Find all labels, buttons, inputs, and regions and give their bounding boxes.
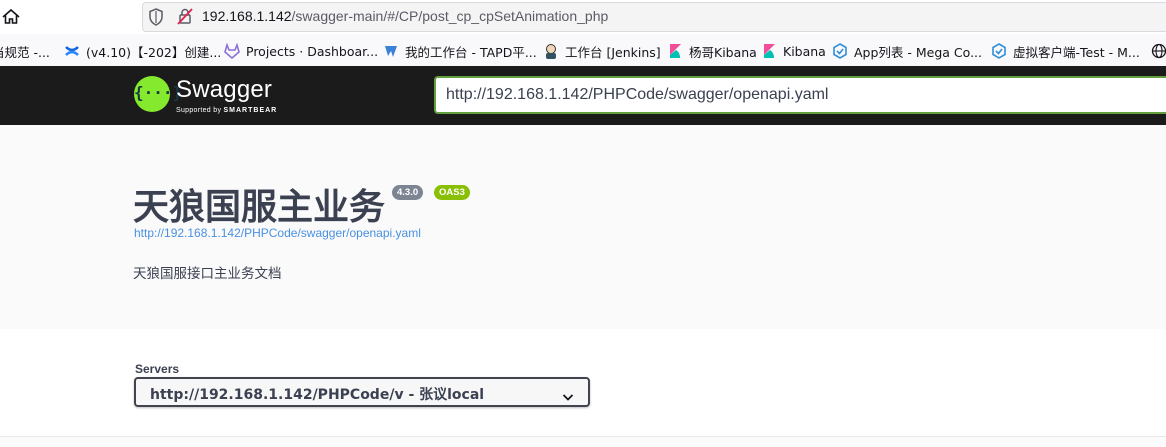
tracking-shield-icon[interactable]: [148, 8, 164, 26]
servers-select[interactable]: http://192.168.1.142/PHPCode/v - 张议local: [134, 377, 590, 407]
api-title: 天狼国服主业务: [133, 187, 386, 228]
bookmark-item[interactable]: (v4.10)【-202】创建...: [64, 42, 221, 60]
bookmark-item[interactable]: 杨哥Kibana: [667, 42, 757, 60]
spec-url-input[interactable]: [434, 76, 1166, 114]
bookmark-item[interactable]: 虚拟客户端-Test - M...: [991, 42, 1140, 60]
home-icon[interactable]: [0, 6, 22, 28]
bookmark-item[interactable]: 工作台 [Jenkins]: [543, 42, 661, 60]
mega-icon: [832, 43, 848, 59]
bookmark-item[interactable]: 当规范 -...: [0, 42, 50, 60]
selected-server: http://192.168.1.142/PHPCode/v - 张议local: [150, 387, 485, 403]
chevron-down-icon: [562, 387, 574, 401]
tapd-icon: [383, 43, 399, 59]
gitlab-icon: [224, 42, 240, 60]
api-description: 天狼国服接口主业务文档: [133, 266, 282, 282]
swagger-topbar: {···} Swagger Supported by SMARTBEAR: [0, 66, 1166, 125]
url-path: /swagger-main/#/CP/post_cp_cpSetAnimatio…: [291, 8, 609, 24]
kibana-icon: [667, 43, 683, 59]
swagger-supported-by: Supported by SMARTBEAR: [176, 107, 278, 114]
swagger-logo-icon[interactable]: {···}: [134, 76, 182, 112]
bookmark-item[interactable]: App列表 - Mega Co...: [832, 42, 982, 60]
mega-icon: [991, 43, 1007, 59]
swagger-brand[interactable]: Swagger: [176, 76, 272, 104]
url-host: 192.168.1.142: [202, 8, 292, 24]
oas-badge: OAS3: [434, 185, 470, 200]
servers-label: Servers: [135, 362, 180, 376]
browser-url-bar: 192.168.1.142/swagger-main/#/CP/post_cp_…: [0, 0, 1166, 34]
bookmarks-bar: 当规范 -... (v4.10)【-202】创建... Projects · D…: [0, 34, 1166, 66]
insecure-connection-icon[interactable]: [176, 7, 194, 25]
version-badge: 4.3.0: [392, 185, 424, 200]
bookmark-item[interactable]: Kibana: [761, 42, 826, 60]
bookmark-item[interactable]: Projects · Dashboar...: [224, 42, 378, 60]
globe-icon: [1151, 43, 1166, 59]
operations-area-top: [0, 437, 1166, 447]
api-info-section: 天狼国服主业务 4.3.0 OAS3 http://192.168.1.142/…: [0, 125, 1166, 329]
confluence-icon: [64, 43, 80, 59]
spec-url-link[interactable]: http://192.168.1.142/PHPCode/swagger/ope…: [134, 226, 421, 240]
bookmark-item[interactable]: [1151, 42, 1166, 60]
kibana-icon: [761, 43, 777, 59]
jenkins-icon: [543, 43, 559, 59]
bookmark-item[interactable]: 我的工作台 - TAPD平...: [383, 42, 537, 60]
url-text[interactable]: 192.168.1.142/swagger-main/#/CP/post_cp_…: [202, 8, 608, 24]
